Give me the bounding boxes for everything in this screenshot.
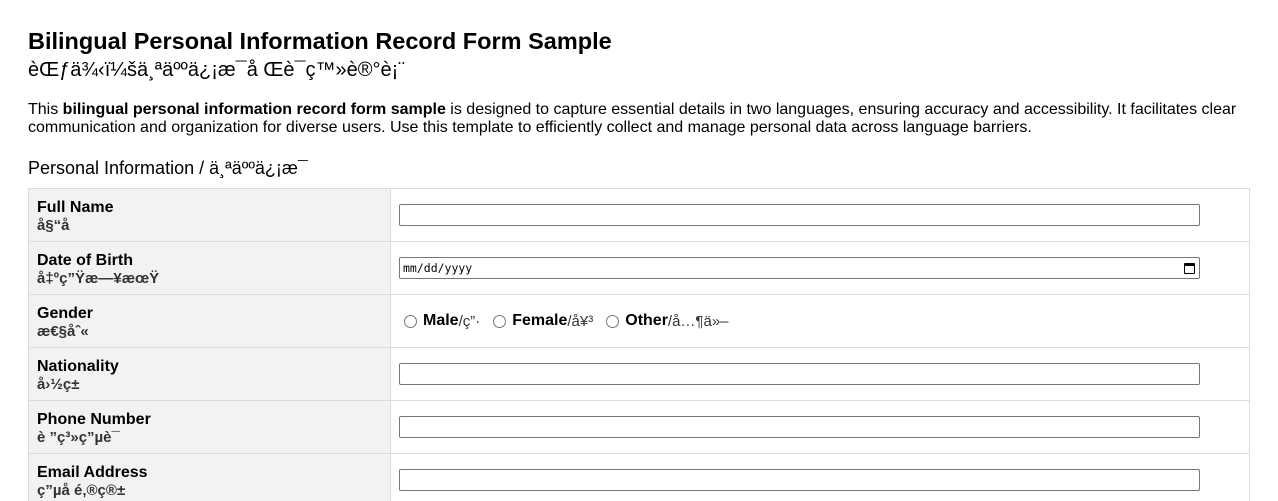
label-zh: å›½ç± [37,375,80,393]
gender-option-other[interactable]: Other/å…¶ä»– [601,312,729,330]
table-row: Nationality å›½ç± [28,347,1250,401]
radio-label-en: Male [423,312,459,329]
radio-label-en: Other [625,312,668,329]
calendar-icon[interactable] [1184,262,1195,274]
gender-label: Gender æ€§åˆ« [28,294,391,348]
label-en: Date of Birth [37,251,133,269]
nationality-cell [390,347,1250,401]
form-page: Bilingual Personal Information Record Fo… [0,0,1278,501]
date-placeholder: mm/dd/yyyy [403,261,473,275]
phone-number-input[interactable] [399,416,1200,438]
date-of-birth-input[interactable]: mm/dd/yyyy [399,257,1200,279]
email-address-input[interactable] [399,469,1200,491]
radio-label-zh: /å…¶ä»– [667,312,729,330]
label-en: Gender [37,304,94,322]
page-title: Bilingual Personal Information Record Fo… [28,28,612,54]
table-row: Gender æ€§åˆ« Male/ç”· Female/å¥³ Other [28,294,1250,348]
page-subtitle: èŒƒä¾‹ï¼šä¸ªäººä¿¡æ¯å Œè¯­ç™»è®°è¡¨ [28,59,405,81]
radio-button-other[interactable] [606,314,620,328]
intro-paragraph: This bilingual personal information reco… [28,101,1253,137]
gender-option-female[interactable]: Female/å¥³ [488,312,593,330]
gender-cell: Male/ç”· Female/å¥³ Other/å…¶ä»– [390,294,1250,348]
date-of-birth-cell: mm/dd/yyyy [390,241,1250,295]
email-address-cell [390,453,1250,501]
full-name-label: Full Name å§“å [28,188,391,242]
intro-prefix: This [28,101,63,118]
table-row: Phone Number è ”ç³»ç”µè¯ [28,400,1250,454]
gender-option-male[interactable]: Male/ç”· [399,312,480,330]
intro-bold: bilingual personal information record fo… [62,101,446,118]
nationality-input[interactable] [399,363,1200,385]
full-name-input[interactable] [399,204,1200,226]
radio-label-zh: /ç”· [458,312,481,330]
label-zh: ç”µå é‚®ç®± [37,481,126,499]
radio-button-female[interactable] [493,314,507,328]
phone-number-label: Phone Number è ”ç³»ç”µè¯ [28,400,391,454]
table-row: Date of Birth å‡ºç”Ÿæ—¥æœŸ mm/dd/yyyy [28,241,1250,295]
label-en: Nationality [37,357,119,375]
table-row: Full Name å§“å [28,188,1250,242]
label-zh: å§“å [37,216,70,234]
nationality-label: Nationality å›½ç± [28,347,391,401]
label-en: Email Address [37,463,148,481]
label-zh: è ”ç³»ç”µè¯ [37,428,120,446]
gender-radio-group: Male/ç”· Female/å¥³ Other/å…¶ä»– [399,312,1241,330]
full-name-cell [390,188,1250,242]
radio-label-zh: /å¥³ [567,312,594,330]
radio-label-en: Female [512,312,568,329]
label-zh: å‡ºç”Ÿæ—¥æœŸ [37,269,160,287]
personal-info-table: Full Name å§“å Date of Birth å‡ºç”Ÿæ—¥æœ… [28,188,1250,501]
table-row: Email Address ç”µå é‚®ç®± [28,453,1250,501]
label-en: Phone Number [37,410,151,428]
email-address-label: Email Address ç”µå é‚®ç®± [28,453,391,501]
phone-number-cell [390,400,1250,454]
radio-button-male[interactable] [404,314,417,328]
date-of-birth-label: Date of Birth å‡ºç”Ÿæ—¥æœŸ [28,241,391,295]
label-zh: æ€§åˆ« [37,322,89,340]
label-en: Full Name [37,198,114,216]
section-heading: Personal Information / ä¸ªäººä¿¡æ¯ [28,158,308,178]
